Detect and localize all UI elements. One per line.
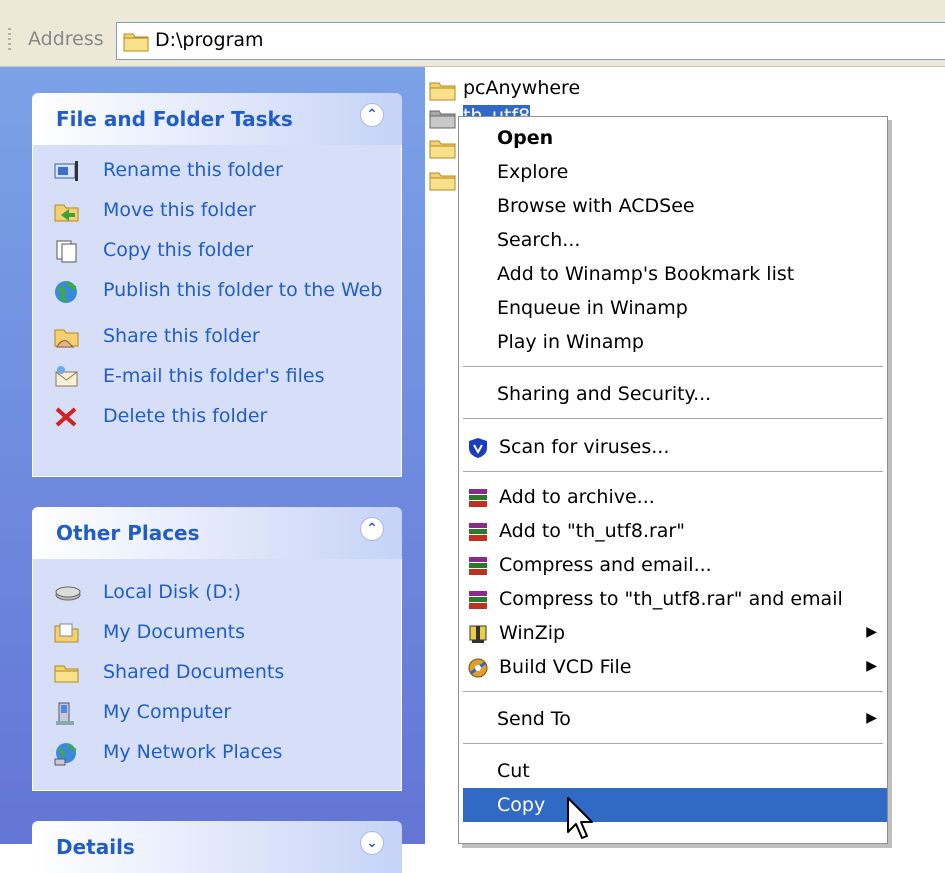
menu-separator [463,691,883,692]
menu-item-play-winamp[interactable]: Play in Winamp [459,325,887,359]
place-my-computer[interactable]: My Computer [33,701,401,741]
address-label: Address [28,28,104,50]
panel-body: Local Disk (D:) My Documents Shared Docu… [32,559,402,791]
submenu-arrow-icon: ▶ [866,658,877,674]
copy-icon [53,239,81,268]
place-my-network[interactable]: My Network Places [33,741,401,781]
task-delete-folder[interactable]: Delete this folder [33,405,401,445]
menu-item-open[interactable]: Open [459,121,887,155]
folder-icon [429,137,457,164]
address-input[interactable]: D:\program [116,22,945,60]
place-local-disk[interactable]: Local Disk (D:) [33,581,401,621]
collapse-icon[interactable]: ⌃ [360,517,384,541]
menu-item-compress-email[interactable]: Compress and email... [459,548,887,582]
move-icon [53,199,81,228]
menu-item-send-to[interactable]: Send To ▶ [459,702,887,736]
menu-item-browse-acdsee[interactable]: Browse with ACDSee [459,189,887,223]
file-folder-tasks-panel: File and Folder Tasks ⌃ Rename this fold… [32,93,402,477]
submenu-arrow-icon: ▶ [866,710,877,726]
folder-icon [429,107,457,134]
menu-item-compress-rar-email[interactable]: Compress to "th_utf8.rar" and email [459,582,887,616]
menu-item-sharing-security[interactable]: Sharing and Security... [459,377,887,411]
folder-icon [123,30,149,57]
menu-item-cut[interactable]: Cut [459,754,887,788]
menu-item-add-rar[interactable]: Add to "th_utf8.rar" [459,514,887,548]
panel-title: Details [56,835,135,859]
winrar-icon [467,589,489,616]
menu-item-copy[interactable]: Copy [463,788,887,822]
details-panel: Details ⌄ [32,821,402,873]
menu-item-build-vcd[interactable]: Build VCD File ▶ [459,650,887,684]
menu-item-winamp-bookmark[interactable]: Add to Winamp's Bookmark list [459,257,887,291]
panel-header[interactable]: File and Folder Tasks ⌃ [32,93,402,145]
email-icon [53,365,81,394]
menu-item-search[interactable]: Search... [459,223,887,257]
menu-separator [463,418,883,419]
panel-header[interactable]: Other Places ⌃ [32,507,402,559]
submenu-arrow-icon: ▶ [866,624,877,640]
task-publish-web[interactable]: Publish this folder to the Web [33,279,401,325]
other-places-panel: Other Places ⌃ Local Disk (D:) My Docume… [32,507,402,791]
vcd-icon [467,657,489,684]
folder-icon [53,661,81,690]
toolbar-grip[interactable] [8,28,11,52]
winrar-icon [467,555,489,582]
menu-item-explore[interactable]: Explore [459,155,887,189]
place-my-documents[interactable]: My Documents [33,621,401,661]
delete-icon [53,405,81,434]
menu-item-add-archive[interactable]: Add to archive... [459,480,887,514]
winrar-icon [467,521,489,548]
address-bar: Address D:\program [0,0,945,67]
folder-icon [429,169,457,196]
computer-icon [53,701,81,732]
panel-title: Other Places [56,521,200,545]
task-share-folder[interactable]: Share this folder [33,325,401,365]
winzip-icon [467,623,489,650]
context-menu: Open Explore Browse with ACDSee Search..… [458,116,888,844]
file-name: pcAnywhere [463,77,581,99]
task-pane: File and Folder Tasks ⌃ Rename this fold… [0,67,425,873]
task-email-files[interactable]: E-mail this folder's files [33,365,401,405]
address-value: D:\program [155,29,264,51]
folder-icon [429,79,457,106]
panel-title: File and Folder Tasks [56,107,293,131]
rename-icon [53,159,81,188]
mouse-cursor-icon [566,796,596,849]
collapse-icon[interactable]: ⌃ [360,103,384,127]
share-icon [53,325,81,354]
menu-item-enqueue-winamp[interactable]: Enqueue in Winamp [459,291,887,325]
publish-web-icon [53,279,81,310]
shield-icon [467,437,489,464]
menu-item-scan-viruses[interactable]: Scan for viruses... [459,430,887,464]
menu-item-winzip[interactable]: WinZip ▶ [459,616,887,650]
disk-icon [53,581,83,610]
task-copy-folder[interactable]: Copy this folder [33,239,401,279]
my-documents-icon [53,621,81,650]
task-move-folder[interactable]: Move this folder [33,199,401,239]
network-icon [53,741,81,772]
menu-separator [463,366,883,367]
winrar-icon [467,487,489,514]
panel-body: Rename this folder Move this folder Copy… [32,145,402,477]
menu-separator [463,743,883,744]
place-shared-documents[interactable]: Shared Documents [33,661,401,701]
expand-icon[interactable]: ⌄ [360,831,384,855]
panel-header[interactable]: Details ⌄ [32,821,402,873]
menu-separator [463,471,883,472]
task-rename-folder[interactable]: Rename this folder [33,159,401,199]
